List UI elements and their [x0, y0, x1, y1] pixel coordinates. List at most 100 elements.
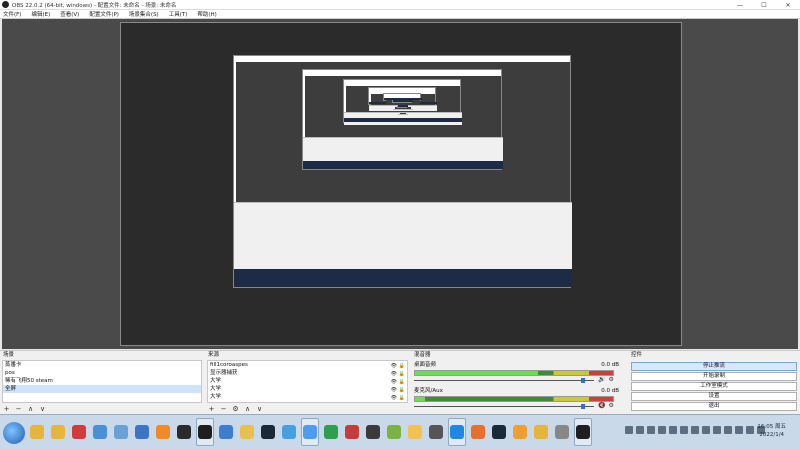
chrome-icon-glyph — [93, 425, 107, 439]
preview-canvas[interactable] — [120, 22, 682, 346]
menu-file[interactable]: 文件(F) — [3, 10, 21, 18]
source-item[interactable]: fill1coroaspes 👁 🔒 — [208, 361, 407, 369]
app-icon[interactable] — [280, 418, 298, 446]
tray-icon[interactable] — [669, 426, 677, 434]
lock-icon[interactable]: 🔒 — [399, 394, 405, 402]
clock[interactable]: 16:05 周五 2022/1/4 — [757, 423, 786, 439]
menu-view[interactable]: 查看(V) — [60, 10, 79, 18]
volume-meter — [414, 370, 614, 376]
speaker-icon[interactable]: 🔊 — [598, 376, 605, 383]
app-icon[interactable] — [511, 418, 529, 446]
menu-profile[interactable]: 配置文件(P) — [89, 10, 119, 18]
steam-icon[interactable] — [259, 418, 277, 446]
source-item[interactable]: 大学 👁 🔒 — [208, 393, 407, 401]
maximize-button[interactable]: ☐ — [752, 0, 776, 10]
chat-icon[interactable] — [175, 418, 193, 446]
studio-mode-button[interactable]: 工作室模式 — [631, 382, 797, 391]
system-tray — [625, 426, 765, 434]
menu-help[interactable]: 帮助(H) — [197, 10, 216, 18]
app-icon[interactable] — [427, 418, 445, 446]
volume-slider[interactable] — [414, 378, 594, 383]
gear-icon[interactable]: ⚙ — [608, 402, 613, 409]
qq-icon-glyph — [450, 425, 464, 439]
scene-item[interactable]: pos — [3, 369, 201, 377]
app-icon[interactable] — [406, 418, 424, 446]
tray-icon[interactable] — [658, 426, 666, 434]
nested-taskbar — [392, 100, 414, 103]
game-icon[interactable] — [385, 418, 403, 446]
scene-item-selected[interactable]: 全屏 — [3, 385, 201, 393]
netease-music-icon-glyph — [72, 425, 86, 439]
source-item[interactable]: 显示器捕获 👁 🔒 — [208, 369, 407, 377]
tray-icon[interactable] — [680, 426, 688, 434]
app-icon-glyph — [555, 425, 569, 439]
steam-icon[interactable] — [490, 418, 508, 446]
scenes-toolbar: + − ∧ ∨ — [3, 405, 46, 413]
mixer-dock: 混音器 桌面音频 0.0 dB 🔊 ⚙ 麦克风/Aux 0.0 dB 🔇 ⚙ — [411, 351, 627, 415]
muted-speaker-icon[interactable]: 🔇 — [598, 402, 605, 409]
tray-icon[interactable] — [713, 426, 721, 434]
tray-icon[interactable] — [702, 426, 710, 434]
menu-scene-collection[interactable]: 场景集合(S) — [129, 10, 159, 18]
chrome-icon[interactable] — [91, 418, 109, 446]
folder-icon-glyph — [534, 425, 548, 439]
add-source-button[interactable]: + — [208, 405, 215, 413]
exit-button[interactable]: 退出 — [631, 402, 797, 411]
add-scene-button[interactable]: + — [3, 405, 10, 413]
stop-streaming-button[interactable]: 停止推流 — [631, 362, 797, 371]
qq-icon[interactable] — [448, 418, 466, 446]
source-label: 大学 — [210, 378, 222, 384]
tray-icon[interactable] — [735, 426, 743, 434]
explorer-icon[interactable] — [238, 418, 256, 446]
video-icon[interactable] — [322, 418, 340, 446]
start-recording-button[interactable]: 开始录制 — [631, 372, 797, 381]
settings-button[interactable]: 设置 — [631, 392, 797, 401]
scene-item[interactable]: 稀有飞翔50 steam — [3, 377, 201, 385]
source-item[interactable]: 大学 👁 🔒 — [208, 385, 407, 393]
obs-window: OBS 22.0.2 (64-bit, windows) - 配置文件: 未命名… — [0, 0, 800, 450]
remove-source-button[interactable]: − — [220, 405, 227, 413]
obs-icon[interactable] — [196, 418, 214, 446]
track-db: 0.0 dB — [601, 388, 619, 394]
tray-icon[interactable] — [724, 426, 732, 434]
tray-icon[interactable] — [625, 426, 633, 434]
chat-icon[interactable] — [469, 418, 487, 446]
obs-icon[interactable] — [574, 418, 592, 446]
folder-icon[interactable] — [532, 418, 550, 446]
video-icon-glyph — [324, 425, 338, 439]
notepad-icon[interactable] — [112, 418, 130, 446]
slider-knob[interactable] — [581, 404, 586, 409]
move-down-button[interactable]: ∨ — [256, 405, 263, 413]
minimize-button[interactable]: — — [728, 0, 752, 10]
move-up-button[interactable]: ∧ — [244, 405, 251, 413]
gamepad-icon[interactable] — [364, 418, 382, 446]
tray-icon[interactable] — [746, 426, 754, 434]
slider-knob[interactable] — [581, 378, 586, 383]
folder-icon[interactable] — [49, 418, 67, 446]
cloud-icon[interactable] — [301, 418, 319, 446]
volume-slider[interactable] — [414, 404, 594, 409]
remove-scene-button[interactable]: − — [15, 405, 22, 413]
app-icon[interactable] — [553, 418, 571, 446]
move-up-button[interactable]: ∧ — [27, 405, 34, 413]
mail-icon[interactable] — [343, 418, 361, 446]
menu-tools[interactable]: 工具(T) — [169, 10, 188, 18]
app-icon[interactable] — [154, 418, 172, 446]
gear-icon[interactable]: ⚙ — [608, 376, 613, 383]
folder-icon[interactable] — [28, 418, 46, 446]
tray-icon[interactable] — [647, 426, 655, 434]
tray-icon[interactable] — [691, 426, 699, 434]
visibility-icon[interactable]: 👁 — [391, 394, 397, 402]
menu-edit[interactable]: 编辑(E) — [31, 10, 50, 18]
netease-music-icon[interactable] — [70, 418, 88, 446]
ie-icon[interactable] — [217, 418, 235, 446]
document-icon[interactable] — [133, 418, 151, 446]
start-button[interactable] — [3, 422, 25, 444]
close-button[interactable]: ✕ — [776, 0, 800, 10]
scene-item[interactable]: 蒸番卡 — [3, 361, 201, 369]
source-properties-button[interactable]: ⚙ — [232, 405, 239, 413]
preview-area[interactable] — [2, 19, 798, 349]
move-down-button[interactable]: ∨ — [39, 405, 46, 413]
tray-icon[interactable] — [636, 426, 644, 434]
source-item[interactable]: 大学 👁 🔒 — [208, 377, 407, 385]
